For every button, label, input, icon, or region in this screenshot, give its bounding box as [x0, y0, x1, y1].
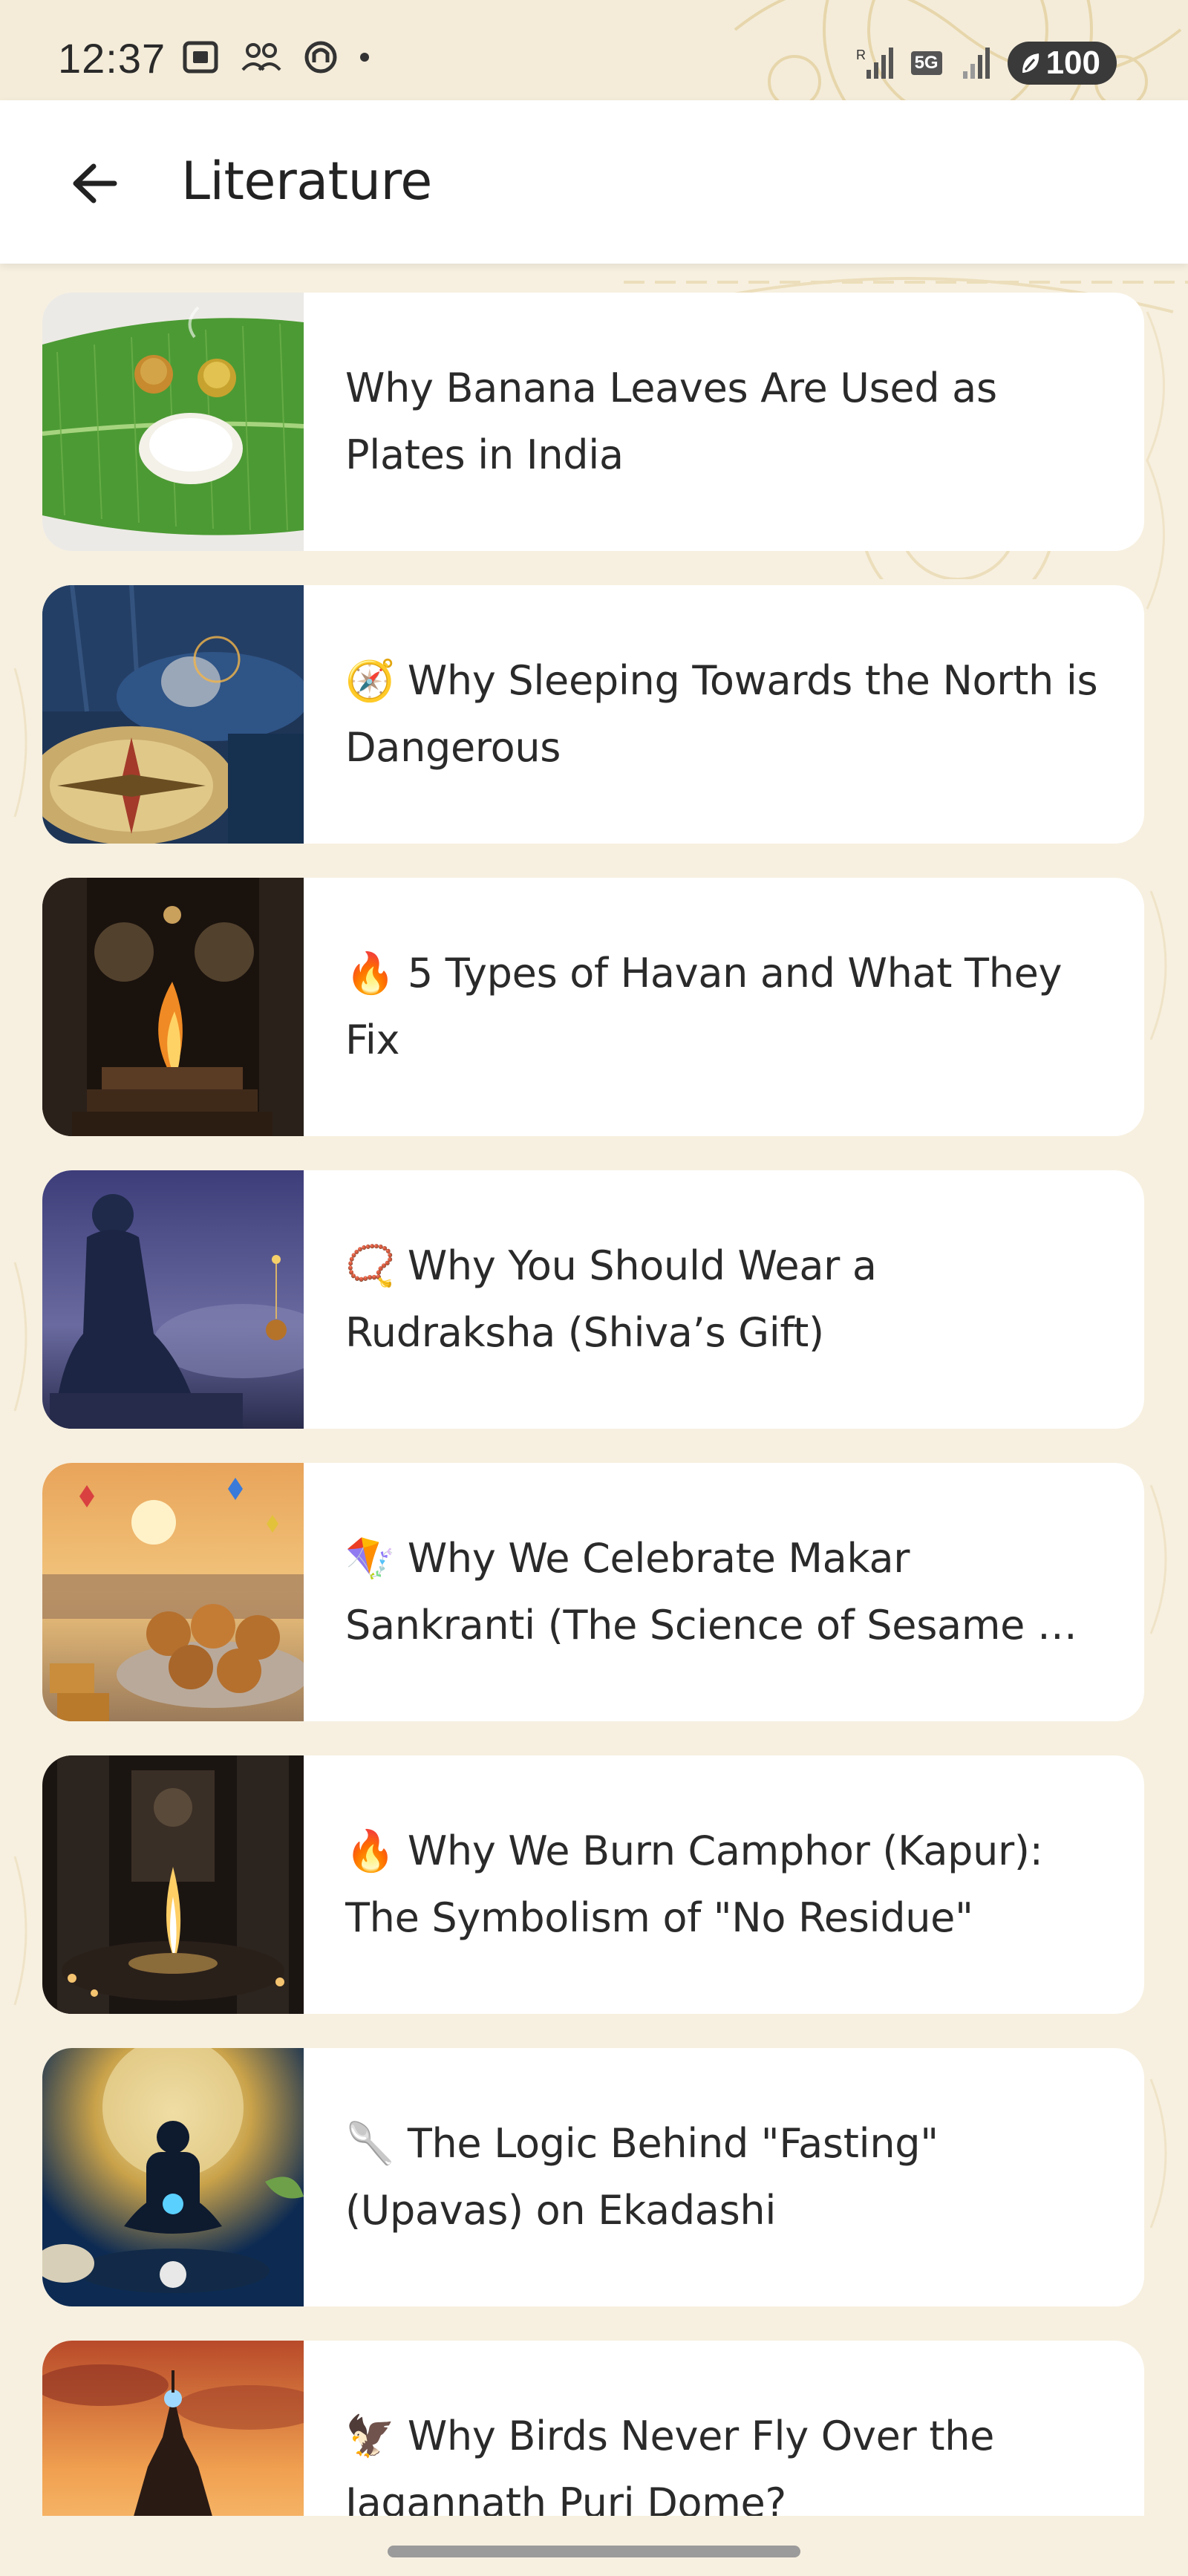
article-title-text: 5 Types of Havan and What They Fix: [345, 950, 1063, 1063]
article-emoji: 🔥: [345, 1827, 395, 1874]
article-title: 🔥 5 Types of Havan and What They Fix: [304, 878, 1144, 1136]
article-card[interactable]: 🦅 Why Birds Never Fly Over the Jagannath…: [42, 2341, 1144, 2516]
article-title: 🧭 Why Sleeping Towards the North is Dang…: [304, 585, 1144, 844]
article-emoji: 📿: [345, 1242, 395, 1289]
article-emoji: 🦅: [345, 2413, 395, 2459]
article-title: 🥄 The Logic Behind "Fasting" (Upavas) on…: [304, 2048, 1144, 2306]
article-title: 🦅 Why Birds Never Fly Over the Jagannath…: [304, 2341, 1144, 2516]
network-type: 5G: [910, 51, 942, 75]
article-title-text: Why You Should Wear a Rudraksha (Shiva’s…: [345, 1242, 877, 1356]
article-card[interactable]: 🥄 The Logic Behind "Fasting" (Upavas) on…: [42, 2048, 1144, 2306]
app-notification-icon: [304, 41, 337, 74]
app-bar: Literature: [0, 100, 1188, 264]
page-title: Literature: [181, 151, 432, 212]
meditation-moon-image: [42, 2048, 304, 2306]
screenshot-icon: [183, 41, 218, 74]
svg-text:R: R: [856, 48, 866, 62]
status-system-icons: R 5G 100: [856, 42, 1117, 85]
temple-sunset-image: [42, 2341, 304, 2516]
article-card[interactable]: 🔥 5 Types of Havan and What They Fix: [42, 878, 1144, 1136]
article-thumbnail: [42, 293, 304, 551]
article-thumbnail: [42, 2048, 304, 2306]
back-arrow-icon: [73, 163, 117, 203]
article-title-text: The Logic Behind "Fasting" (Upavas) on E…: [345, 2120, 939, 2234]
article-card[interactable]: Why Banana Leaves Are Used as Plates in …: [42, 293, 1144, 551]
article-thumbnail: [42, 2341, 304, 2516]
status-bar: 12:37 R 5G 100: [0, 0, 1188, 100]
signal-strength-icon: [962, 48, 990, 79]
shiva-image: [42, 1170, 304, 1429]
battery-leaf-icon: [1022, 53, 1039, 73]
article-title-text: Why Sleeping Towards the North is Danger…: [345, 657, 1098, 771]
article-title-text: Why Birds Never Fly Over the Jagannath P…: [345, 2413, 995, 2516]
article-thumbnail: [42, 585, 304, 844]
article-emoji: 🪁: [345, 1535, 395, 1582]
article-title-text: Why Banana Leaves Are Used as Plates in …: [345, 365, 997, 478]
battery-level: 100: [1045, 45, 1100, 81]
article-thumbnail: [42, 1463, 304, 1721]
article-thumbnail: [42, 1755, 304, 2014]
article-thumbnail: [42, 878, 304, 1136]
group-icon: [241, 43, 281, 71]
home-indicator[interactable]: [388, 2546, 800, 2557]
status-time: 12:37: [58, 35, 166, 82]
article-thumbnail: [42, 1170, 304, 1429]
article-title-text: Why We Burn Camphor (Kapur): The Symboli…: [345, 1827, 1043, 1941]
signal-roaming-icon: R: [856, 48, 893, 79]
article-title: Why Banana Leaves Are Used as Plates in …: [304, 293, 1144, 551]
article-card[interactable]: 🔥 Why We Burn Camphor (Kapur): The Symbo…: [42, 1755, 1144, 2014]
havan-image: [42, 878, 304, 1136]
battery-indicator: 100: [1007, 42, 1117, 85]
article-card[interactable]: 🪁 Why We Celebrate Makar Sankranti (The …: [42, 1463, 1144, 1721]
article-title-text: Why We Celebrate Makar Sankranti (The Sc…: [345, 1535, 1068, 1649]
article-title: 🪁 Why We Celebrate Makar Sankranti (The …: [304, 1463, 1144, 1721]
banana-leaf-image: [42, 293, 304, 551]
back-button[interactable]: [58, 146, 132, 221]
article-title: 🔥 Why We Burn Camphor (Kapur): The Symbo…: [304, 1755, 1144, 2014]
network-label: 5G: [910, 51, 942, 75]
compass-sleep-image: [42, 585, 304, 844]
article-emoji: 🧭: [345, 657, 395, 704]
article-card[interactable]: 🧭 Why Sleeping Towards the North is Dang…: [42, 585, 1144, 844]
kites-ladoo-image: [42, 1463, 304, 1721]
camphor-lamp-image: [42, 1755, 304, 2014]
article-title: 📿 Why You Should Wear a Rudraksha (Shiva…: [304, 1170, 1144, 1429]
article-list[interactable]: Why Banana Leaves Are Used as Plates in …: [42, 293, 1144, 2516]
article-emoji: 🥄: [345, 2120, 395, 2167]
article-emoji: 🔥: [345, 950, 395, 997]
status-notification-icons: [182, 40, 371, 74]
article-card[interactable]: 📿 Why You Should Wear a Rudraksha (Shiva…: [42, 1170, 1144, 1429]
more-notifications-dot-icon: [360, 53, 369, 62]
